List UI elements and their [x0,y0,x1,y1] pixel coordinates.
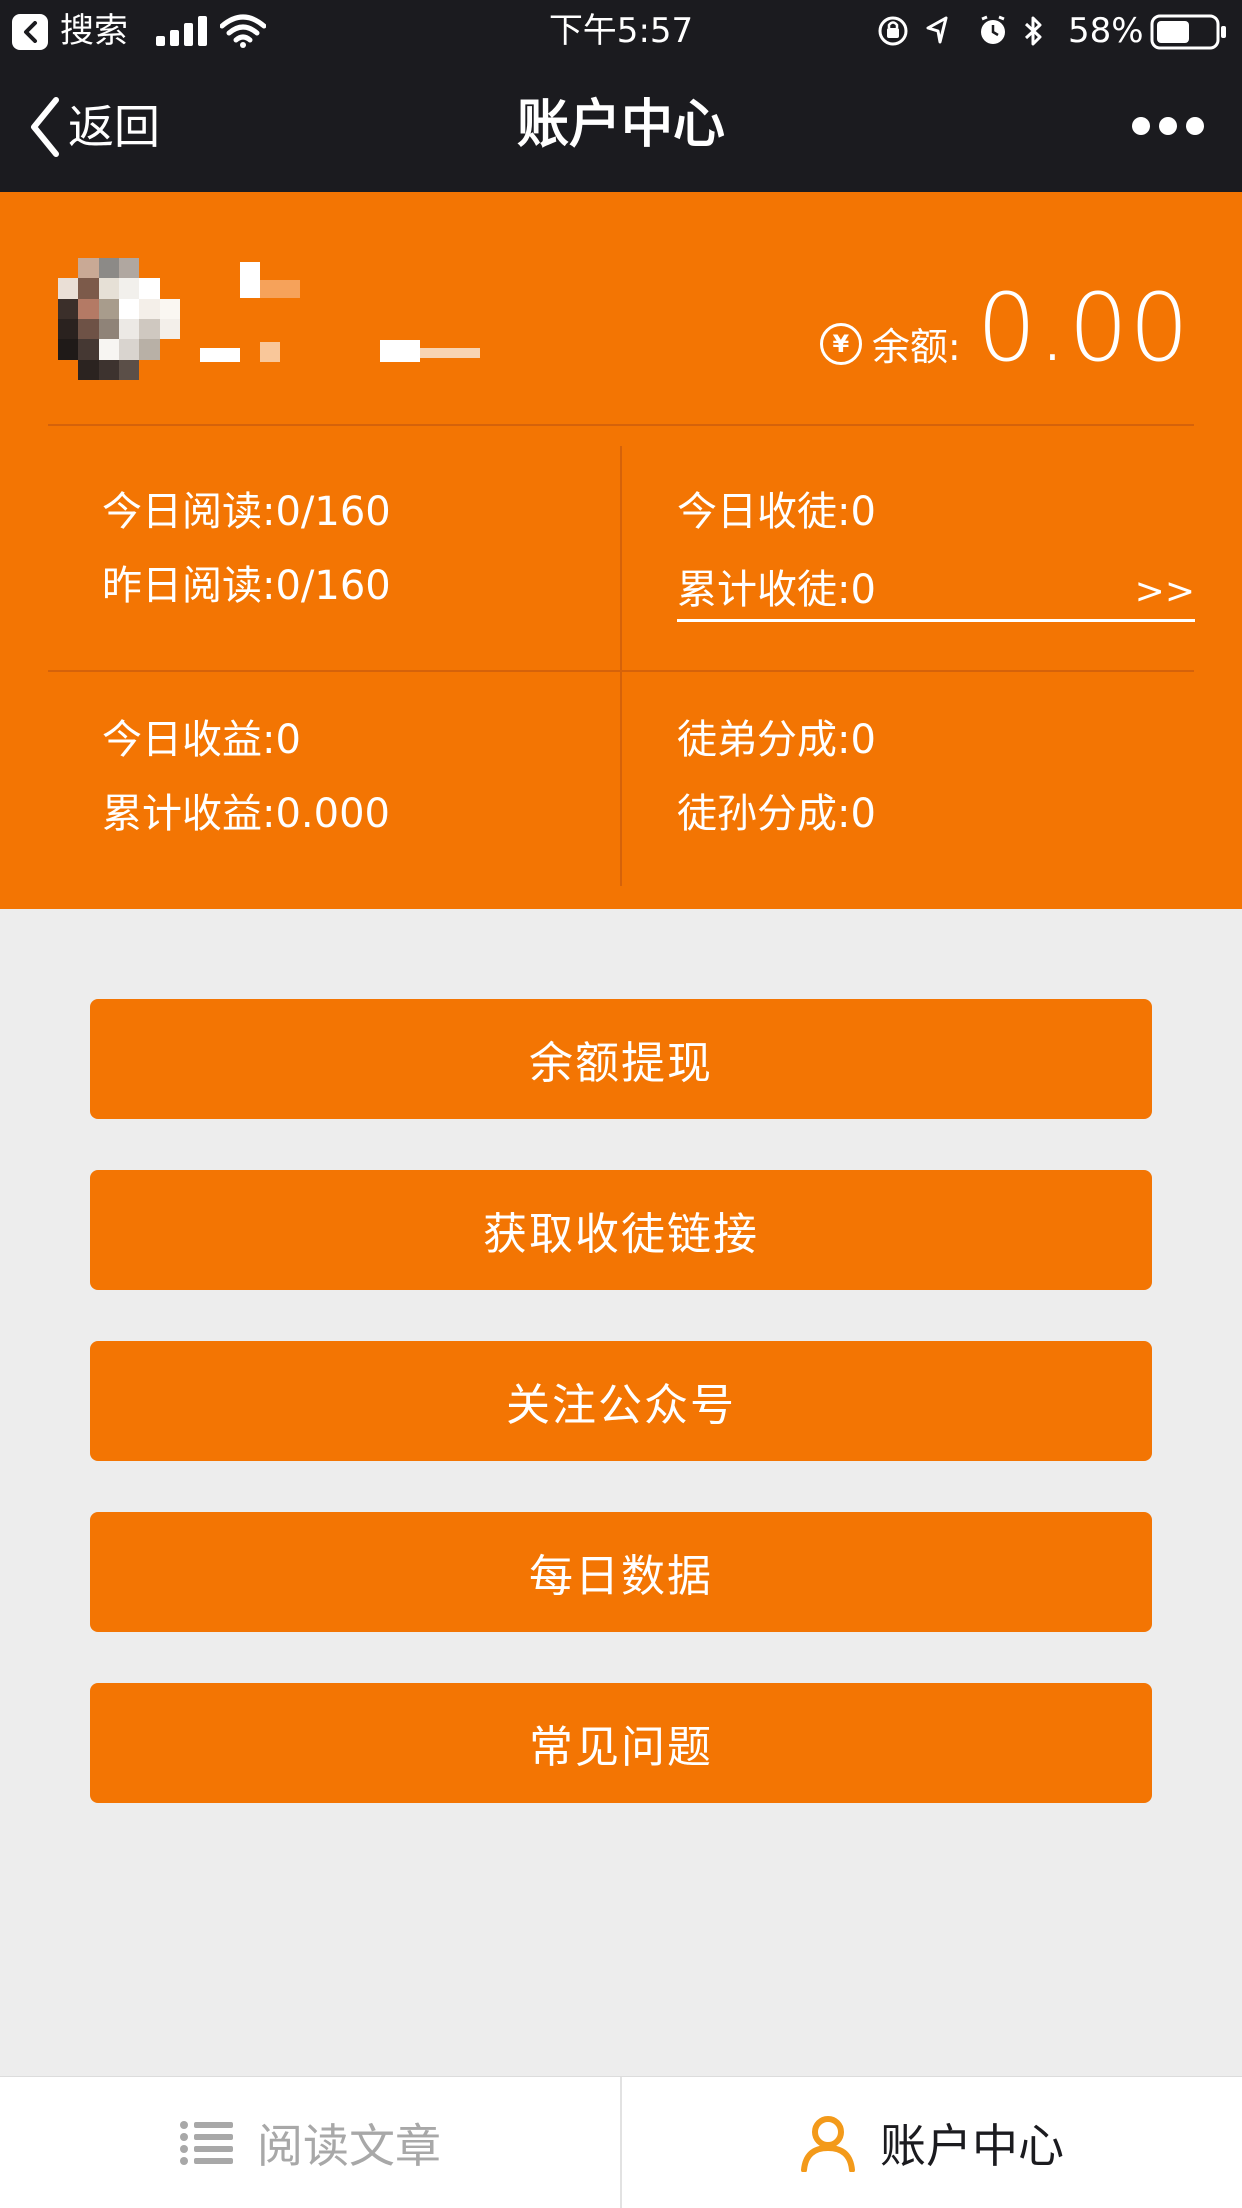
balance-value: 0.00 [976,274,1190,383]
user-icon [801,2116,855,2172]
divider [48,424,1194,426]
divider [620,446,622,886]
nav-bar: 返回 账户中心 [0,62,1242,192]
username-obscured [200,262,490,372]
faq-button[interactable]: 常见问题 [90,1683,1152,1803]
more-options-icon[interactable] [1132,114,1204,138]
divider [48,670,1194,672]
today-followers: 今日收徒:0 [677,489,876,535]
tab-account-center[interactable]: 账户中心 [622,2077,1242,2208]
tab-read-articles[interactable]: 阅读文章 [0,2077,620,2208]
battery-icon [1150,14,1226,50]
invite-link-button[interactable]: 获取收徒链接 [90,1170,1152,1290]
balance-label: 余额: [871,325,961,369]
screen: 搜索 下午5:57 58% 返回 账户中心 ¥ 余额: 0.00 今日阅读:0/… [0,0,1242,2208]
balance: ¥ 余额: 0.00 [819,274,1190,383]
today-read: 今日阅读:0/160 [102,489,391,535]
battery-percent: 58% [1068,11,1144,51]
orientation-lock-icon [878,16,908,46]
share-stats: 徒弟分成:0 徒孙分成:0 [677,712,876,842]
today-income: 今日收益:0 [102,717,301,763]
more-arrow: >> [1134,571,1195,612]
reading-stats: 今日阅读:0/160 昨日阅读:0/160 [102,484,391,614]
avatar [58,258,180,380]
total-followers-link[interactable]: 累计收徒:0 >> [677,562,1195,622]
total-income: 累计收益:0.000 [102,791,390,837]
tab-read-label: 阅读文章 [257,2119,441,2173]
daily-data-button[interactable]: 每日数据 [90,1512,1152,1632]
status-bar: 搜索 下午5:57 58% [0,0,1242,62]
grand-disciple-share: 徒孙分成:0 [677,791,876,837]
page-title: 账户中心 [516,95,725,155]
withdraw-button[interactable]: 余额提现 [90,999,1152,1119]
list-icon [180,2121,233,2165]
alarm-icon [981,15,1005,44]
bluetooth-icon [1024,16,1042,46]
total-followers: 累计收徒:0 [677,567,876,613]
follow-account-button[interactable]: 关注公众号 [90,1341,1152,1461]
location-arrow-icon [926,16,948,44]
yen-coin-icon: ¥ [819,323,862,365]
status-indicator-icons [878,15,1042,46]
tab-bar: 阅读文章 账户中心 [0,2076,1242,2208]
yesterday-read: 昨日阅读:0/160 [102,563,391,609]
income-stats: 今日收益:0 累计收益:0.000 [102,712,390,842]
disciple-share: 徒弟分成:0 [677,717,876,763]
tab-account-label: 账户中心 [880,2119,1064,2173]
account-summary-panel: ¥ 余额: 0.00 今日阅读:0/160 昨日阅读:0/160 今日收徒:0 … [0,192,1242,909]
